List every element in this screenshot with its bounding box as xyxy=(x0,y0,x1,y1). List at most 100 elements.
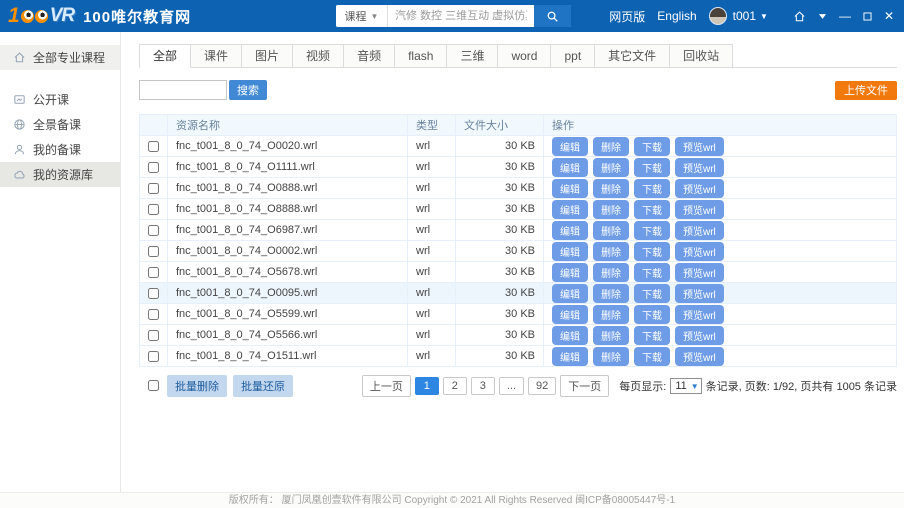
preview-button[interactable]: 预览wrl xyxy=(675,326,724,345)
tab-word[interactable]: word xyxy=(498,44,551,68)
preview-button[interactable]: 预览wrl xyxy=(675,284,724,303)
row-checkbox[interactable] xyxy=(148,288,159,299)
edit-button[interactable]: 编辑 xyxy=(552,263,588,282)
row-checkbox[interactable] xyxy=(148,330,159,341)
tab-课件[interactable]: 课件 xyxy=(191,44,242,68)
preview-button[interactable]: 预览wrl xyxy=(675,158,724,177)
collapse-icon[interactable] xyxy=(817,11,828,22)
row-checkbox[interactable] xyxy=(148,162,159,173)
tab-ppt[interactable]: ppt xyxy=(551,44,595,68)
preview-button[interactable]: 预览wrl xyxy=(675,347,724,366)
download-button[interactable]: 下载 xyxy=(634,221,670,240)
row-checkbox[interactable] xyxy=(148,246,159,257)
username[interactable]: t001 xyxy=(733,9,756,23)
tab-全部[interactable]: 全部 xyxy=(139,44,191,68)
sidebar-item-panorama[interactable]: 全景备课 xyxy=(0,112,120,137)
download-button[interactable]: 下载 xyxy=(634,137,670,156)
delete-button[interactable]: 删除 xyxy=(593,137,629,156)
resource-filter-input[interactable] xyxy=(139,80,227,100)
edit-button[interactable]: 编辑 xyxy=(552,221,588,240)
delete-button[interactable]: 删除 xyxy=(593,326,629,345)
download-button[interactable]: 下载 xyxy=(634,242,670,261)
edit-button[interactable]: 编辑 xyxy=(552,137,588,156)
edit-button[interactable]: 编辑 xyxy=(552,284,588,303)
download-button[interactable]: 下载 xyxy=(634,263,670,282)
global-search-input[interactable] xyxy=(388,5,534,27)
edit-button[interactable]: 编辑 xyxy=(552,305,588,324)
delete-button[interactable]: 删除 xyxy=(593,221,629,240)
preview-button[interactable]: 预览wrl xyxy=(675,179,724,198)
next-page-button[interactable]: 下一页 xyxy=(560,375,609,397)
tab-图片[interactable]: 图片 xyxy=(242,44,293,68)
maximize-icon[interactable] xyxy=(862,11,873,22)
delete-button[interactable]: 删除 xyxy=(593,179,629,198)
row-checkbox[interactable] xyxy=(148,141,159,152)
sidebar-item-user[interactable]: 我的备课 xyxy=(0,137,120,162)
page-button-3[interactable]: 3 xyxy=(471,377,495,395)
row-checkbox[interactable] xyxy=(148,183,159,194)
batch-restore-button[interactable]: 批量还原 xyxy=(233,375,293,397)
close-icon[interactable]: ✕ xyxy=(884,10,894,22)
prev-page-button[interactable]: 上一页 xyxy=(362,375,411,397)
tab-三维[interactable]: 三维 xyxy=(447,44,498,68)
upload-file-button[interactable]: 上传文件 xyxy=(835,81,897,100)
page-button-92[interactable]: 92 xyxy=(528,377,556,395)
delete-button[interactable]: 删除 xyxy=(593,347,629,366)
home-icon[interactable] xyxy=(793,10,806,23)
delete-button[interactable]: 删除 xyxy=(593,242,629,261)
resource-name: fnc_t001_8_0_74_O5566.wrl xyxy=(168,325,408,346)
delete-button[interactable]: 删除 xyxy=(593,305,629,324)
sidebar-item-cloud[interactable]: 我的资源库 xyxy=(0,162,120,187)
row-checkbox[interactable] xyxy=(148,225,159,236)
preview-button[interactable]: 预览wrl xyxy=(675,137,724,156)
select-all-checkbox[interactable] xyxy=(148,380,159,391)
edit-button[interactable]: 编辑 xyxy=(552,242,588,261)
tab-视频[interactable]: 视频 xyxy=(293,44,344,68)
global-search-button[interactable] xyxy=(534,5,571,27)
download-button[interactable]: 下载 xyxy=(634,347,670,366)
edit-button[interactable]: 编辑 xyxy=(552,200,588,219)
search-category-select[interactable]: 课程 ▼ xyxy=(336,5,388,27)
tab-回收站[interactable]: 回收站 xyxy=(670,44,733,68)
preview-button[interactable]: 预览wrl xyxy=(675,242,724,261)
preview-button[interactable]: 预览wrl xyxy=(675,221,724,240)
delete-button[interactable]: 删除 xyxy=(593,158,629,177)
download-button[interactable]: 下载 xyxy=(634,326,670,345)
download-button[interactable]: 下载 xyxy=(634,179,670,198)
row-checkbox[interactable] xyxy=(148,351,159,362)
edit-button[interactable]: 编辑 xyxy=(552,326,588,345)
per-page-select[interactable]: 11 ▼ xyxy=(670,378,701,394)
download-button[interactable]: 下载 xyxy=(634,284,670,303)
edit-button[interactable]: 编辑 xyxy=(552,347,588,366)
user-avatar[interactable] xyxy=(709,7,727,25)
page-button-2[interactable]: 2 xyxy=(443,377,467,395)
sidebar-item-home[interactable]: 全部专业课程 xyxy=(0,45,120,70)
tab-音频[interactable]: 音频 xyxy=(344,44,395,68)
logo[interactable]: 1VR xyxy=(8,4,74,28)
delete-button[interactable]: 删除 xyxy=(593,200,629,219)
row-checkbox[interactable] xyxy=(148,204,159,215)
filter-search-button[interactable]: 搜索 xyxy=(229,80,267,100)
download-button[interactable]: 下载 xyxy=(634,200,670,219)
english-link[interactable]: English xyxy=(657,9,696,23)
edit-button[interactable]: 编辑 xyxy=(552,179,588,198)
tab-其它文件[interactable]: 其它文件 xyxy=(595,44,670,68)
page-button-1[interactable]: 1 xyxy=(415,377,439,395)
preview-button[interactable]: 预览wrl xyxy=(675,305,724,324)
user-menu-chevron-icon[interactable]: ▼ xyxy=(760,12,768,21)
download-button[interactable]: 下载 xyxy=(634,305,670,324)
minimize-icon[interactable]: — xyxy=(839,10,851,22)
sidebar-item-open-course[interactable]: 公开课 xyxy=(0,87,120,112)
delete-button[interactable]: 删除 xyxy=(593,263,629,282)
batch-delete-button[interactable]: 批量删除 xyxy=(167,375,227,397)
row-checkbox[interactable] xyxy=(148,267,159,278)
delete-button[interactable]: 删除 xyxy=(593,284,629,303)
preview-button[interactable]: 预览wrl xyxy=(675,263,724,282)
row-checkbox[interactable] xyxy=(148,309,159,320)
preview-button[interactable]: 预览wrl xyxy=(675,200,724,219)
edit-button[interactable]: 编辑 xyxy=(552,158,588,177)
page-ellipsis[interactable]: ... xyxy=(499,377,524,395)
download-button[interactable]: 下载 xyxy=(634,158,670,177)
tab-flash[interactable]: flash xyxy=(395,44,447,68)
web-version-link[interactable]: 网页版 xyxy=(609,8,645,25)
